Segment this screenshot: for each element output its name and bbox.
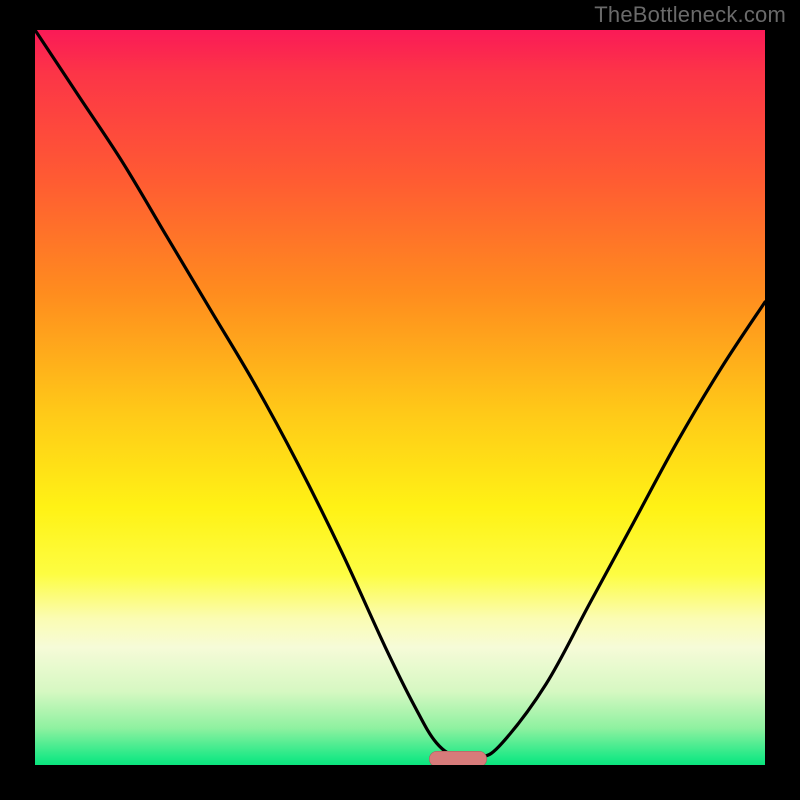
bottleneck-curve: [35, 30, 765, 760]
plot-area: [35, 30, 765, 765]
watermark-text: TheBottleneck.com: [594, 2, 786, 28]
optimal-marker: [429, 751, 487, 765]
chart-frame: TheBottleneck.com: [0, 0, 800, 800]
curve-svg: [35, 30, 765, 765]
